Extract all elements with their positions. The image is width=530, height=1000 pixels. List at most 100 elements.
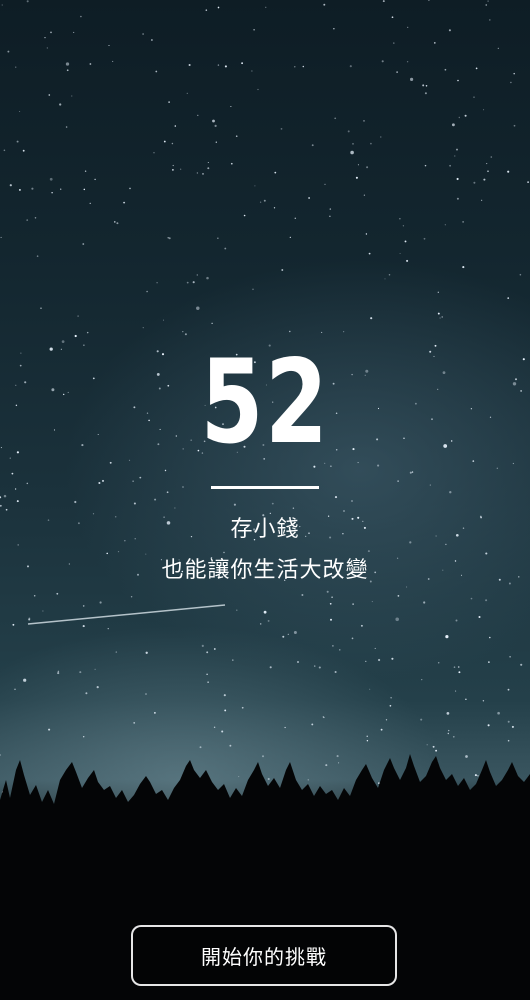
star	[421, 678, 423, 681]
star	[112, 60, 114, 62]
star	[34, 217, 37, 219]
star	[85, 692, 88, 695]
star	[212, 119, 215, 123]
star	[391, 16, 394, 19]
star	[455, 690, 457, 692]
star	[487, 170, 489, 173]
tagline-line-2: 也能讓你生活大改變	[161, 558, 369, 583]
star	[297, 661, 299, 663]
star	[56, 592, 59, 595]
star	[217, 6, 220, 9]
star	[397, 595, 400, 597]
star	[66, 69, 69, 72]
star	[366, 735, 368, 737]
star	[485, 4, 487, 6]
star	[259, 201, 262, 203]
star	[33, 595, 36, 597]
star	[213, 648, 216, 650]
star	[381, 60, 384, 63]
star	[73, 31, 75, 33]
star	[107, 628, 109, 630]
star	[115, 651, 118, 653]
star	[224, 247, 227, 250]
star	[263, 610, 267, 614]
star	[207, 681, 209, 683]
star	[168, 237, 171, 240]
star	[497, 47, 499, 50]
star	[142, 33, 144, 35]
star	[302, 65, 305, 68]
star	[116, 222, 119, 225]
star	[482, 700, 485, 702]
star	[422, 84, 425, 87]
star	[445, 635, 449, 639]
star	[129, 187, 131, 190]
star	[462, 266, 465, 269]
star	[82, 625, 85, 628]
star	[28, 618, 31, 621]
star	[380, 728, 383, 731]
start-challenge-button[interactable]: 開始你的挑戰	[131, 925, 397, 986]
star	[489, 636, 491, 639]
star	[48, 94, 51, 96]
star	[399, 252, 401, 255]
star	[80, 15, 82, 18]
star	[48, 728, 51, 731]
star	[287, 633, 289, 636]
star	[192, 281, 195, 284]
star	[510, 81, 512, 84]
star	[365, 660, 367, 663]
star	[423, 601, 426, 604]
challenge-weeks-number: 52	[200, 335, 330, 470]
star	[202, 173, 204, 175]
star	[425, 85, 428, 87]
star	[511, 725, 514, 728]
star	[352, 603, 354, 605]
star	[331, 596, 333, 599]
star	[382, 0, 385, 3]
star	[196, 172, 199, 174]
star	[94, 178, 96, 181]
star	[259, 623, 262, 625]
star	[293, 631, 297, 634]
tagline-line-1: 存小錢	[230, 517, 300, 542]
star	[350, 150, 354, 155]
star	[65, 126, 68, 128]
star	[89, 202, 91, 204]
star	[391, 657, 394, 660]
star	[330, 618, 332, 621]
star	[389, 704, 392, 707]
star	[393, 42, 395, 44]
star	[334, 117, 337, 120]
star	[311, 144, 314, 147]
star	[323, 717, 325, 719]
star	[26, 219, 29, 221]
star	[520, 663, 523, 666]
star	[289, 330, 291, 333]
star	[308, 197, 310, 199]
star	[142, 327, 144, 329]
star	[205, 9, 208, 11]
star	[326, 590, 329, 593]
star	[388, 273, 391, 276]
star	[133, 721, 136, 724]
star	[404, 240, 407, 243]
star	[478, 615, 481, 619]
star	[230, 162, 233, 165]
star	[439, 317, 441, 319]
star	[123, 201, 126, 204]
star	[46, 47, 48, 49]
star	[378, 658, 381, 662]
star	[289, 236, 291, 238]
star	[172, 164, 174, 167]
star	[215, 141, 217, 143]
star	[145, 693, 147, 695]
star	[59, 103, 62, 106]
star	[114, 221, 116, 223]
star	[395, 617, 399, 622]
star	[497, 711, 500, 715]
star	[458, 671, 461, 674]
star	[82, 605, 85, 607]
star	[360, 624, 363, 627]
star	[473, 96, 475, 98]
